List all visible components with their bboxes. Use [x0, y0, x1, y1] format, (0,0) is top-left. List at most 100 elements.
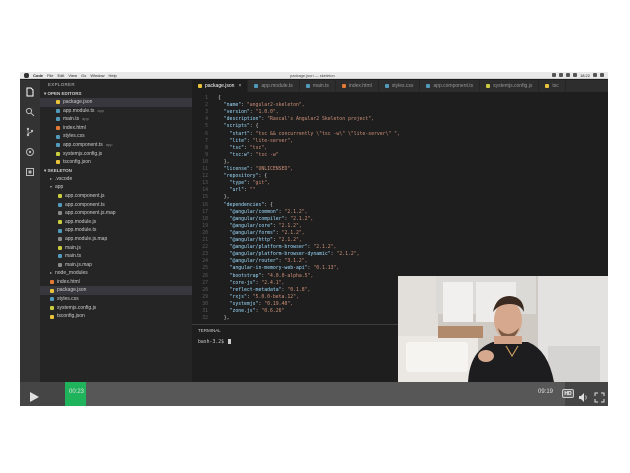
file-item[interactable]: main.ts: [40, 252, 192, 261]
clock[interactable]: 18:22: [580, 73, 590, 78]
terminal-prompt[interactable]: bash-3.2$: [198, 339, 231, 345]
code-text: "start": "tsc && concurrently \"tsc -w\"…: [229, 131, 400, 137]
file-name: app.module.js: [65, 218, 97, 225]
volume-icon[interactable]: [565, 73, 570, 77]
code-text: },: [218, 316, 230, 322]
explorer-sidebar: EXPLORER ▾ OPEN EDITORS package.json app.…: [40, 80, 192, 382]
file-icon: [50, 305, 54, 310]
progress-bar[interactable]: 00:23: [65, 382, 565, 406]
file-item[interactable]: app.module.js.map: [40, 235, 192, 244]
extensions-icon[interactable]: [24, 166, 36, 178]
open-editor-item[interactable]: package.json: [40, 98, 192, 107]
code-text: "tsc": "tsc",: [229, 145, 268, 151]
explorer-icon[interactable]: [24, 86, 36, 98]
file-name: main.ts: [63, 116, 80, 123]
file-item[interactable]: main.js: [40, 244, 192, 253]
user-icon[interactable]: [572, 73, 577, 77]
editor-tab[interactable]: main.ts: [299, 80, 336, 92]
menu-app[interactable]: Code: [33, 73, 43, 78]
file-name: app.component.ts: [65, 201, 105, 208]
window-title: package.json — skeleton: [290, 72, 335, 78]
project-section[interactable]: ▾ SKELETON: [40, 167, 192, 175]
terminal-title[interactable]: TERMINAL: [198, 328, 221, 333]
folder-item[interactable]: ▸ node_modules: [40, 269, 192, 278]
code-text: "@angular/router": "3.1.2",: [229, 259, 308, 265]
file-icon: [58, 220, 62, 225]
search-icon[interactable]: [24, 106, 36, 118]
file-name: app.component.js.map: [65, 210, 116, 217]
code-text: "version": "1.0.0",: [223, 110, 279, 116]
file-name: tsconfig.json: [63, 159, 91, 166]
file-item[interactable]: main.js.map: [40, 261, 192, 270]
file-icon: [305, 84, 310, 88]
menu-edit[interactable]: Edit: [57, 73, 64, 78]
file-item[interactable]: systemjs.config.js: [40, 304, 192, 313]
line-number: 32: [202, 316, 208, 322]
code-text: "name": "angular2-skeleton",: [223, 103, 305, 109]
css-file-icon: [56, 134, 60, 139]
folder-item[interactable]: ▾ app: [40, 183, 192, 192]
open-editor-item[interactable]: app.module.ts app: [40, 107, 192, 116]
file-icon: [58, 228, 62, 233]
wifi-icon[interactable]: [551, 73, 556, 77]
code-text: {: [218, 96, 221, 101]
open-editor-item[interactable]: app.component.ts app: [40, 141, 192, 150]
volume-icon[interactable]: [578, 388, 589, 406]
tab-label: main.ts: [312, 83, 329, 89]
code-text: "tsc:w": "tsc -w": [229, 152, 279, 158]
file-icon: [58, 254, 62, 259]
open-editor-item[interactable]: main.ts app: [40, 115, 192, 124]
file-icon: [50, 314, 54, 319]
close-icon[interactable]: ×: [238, 80, 241, 92]
menu-help[interactable]: Help: [109, 73, 117, 78]
code-text: "zone.js": "0.6.26": [229, 309, 285, 314]
video-frame: Code File Edit View Go Window Help packa…: [20, 72, 608, 406]
editor-tab[interactable]: app.module.ts: [248, 80, 300, 92]
file-item[interactable]: app.module.js: [40, 218, 192, 227]
code-text: "reflect-metadata": "0.1.8",: [229, 287, 311, 293]
editor-tab[interactable]: package.json ×: [192, 80, 249, 92]
menu-file[interactable]: File: [47, 73, 53, 78]
file-item[interactable]: styles.css: [40, 295, 192, 304]
open-editor-item[interactable]: systemjs.config.js: [40, 150, 192, 159]
folder-item[interactable]: ▸ .vscode: [40, 175, 192, 184]
code-text: "rxjs": "5.0.0-beta.12",: [229, 294, 299, 300]
file-name: tsconfig.json: [57, 313, 85, 320]
editor-tabs: package.json × app.module.ts main.ts index.h…: [192, 80, 608, 92]
search-icon[interactable]: [593, 73, 597, 77]
editor-tab[interactable]: tsc: [539, 80, 566, 92]
open-editors-section[interactable]: ▾ OPEN EDITORS: [40, 90, 192, 98]
editor-tab[interactable]: index.html: [335, 80, 379, 92]
file-item[interactable]: tsconfig.json: [40, 312, 192, 321]
file-item[interactable]: app.component.ts: [40, 201, 192, 210]
battery-icon[interactable]: [558, 73, 563, 77]
fullscreen-icon[interactable]: [594, 388, 605, 406]
code-text: "systemjs": "0.19.40",: [229, 301, 294, 307]
menu-go[interactable]: Go: [81, 73, 86, 78]
editor-tab[interactable]: app.component.ts: [420, 80, 481, 92]
code-text: "description": "Rascal's Angular2 Skelet…: [223, 117, 374, 123]
git-icon[interactable]: [24, 126, 36, 138]
open-editor-item[interactable]: styles.css: [40, 132, 192, 141]
file-item[interactable]: package.json: [40, 286, 192, 296]
editor-tab[interactable]: styles.css: [378, 80, 421, 92]
debug-icon[interactable]: [24, 146, 36, 158]
file-item[interactable]: app.component.js.map: [40, 209, 192, 218]
editor-tab[interactable]: systemjs.config.js: [480, 80, 540, 92]
file-item[interactable]: app.module.ts: [40, 226, 192, 235]
open-editor-item[interactable]: index.html: [40, 124, 192, 133]
menu-window[interactable]: Window: [90, 73, 104, 78]
menu-view[interactable]: View: [68, 73, 77, 78]
file-folder: app: [82, 116, 89, 122]
code-text: "dependencies": {: [223, 202, 273, 208]
play-icon[interactable]: [28, 388, 40, 406]
json-file-icon: [56, 160, 60, 165]
notifications-icon[interactable]: [600, 73, 604, 77]
file-icon: [341, 84, 346, 88]
open-editor-item[interactable]: tsconfig.json: [40, 158, 192, 167]
apple-icon[interactable]: [24, 72, 29, 78]
file-item[interactable]: app.component.js: [40, 192, 192, 201]
file-item[interactable]: index.html: [40, 278, 192, 287]
hd-quality-button[interactable]: HD: [562, 389, 574, 398]
code-text: "url": "": [229, 188, 256, 194]
